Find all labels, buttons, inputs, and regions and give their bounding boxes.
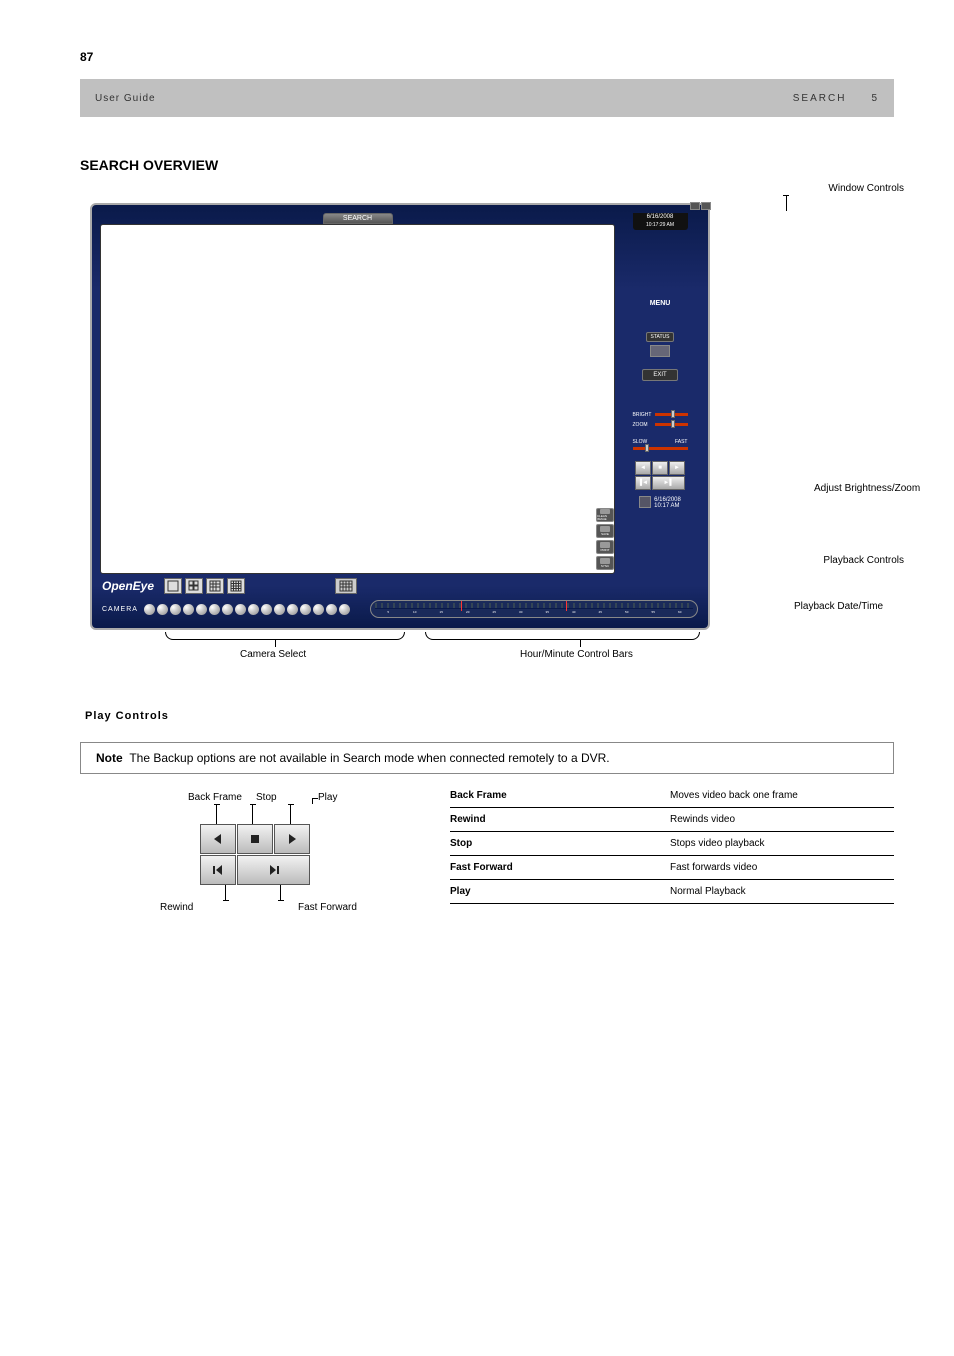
play-controls-definitions: Back FrameMoves video back one frame Rew… xyxy=(450,784,894,904)
minimize-icon[interactable] xyxy=(690,202,700,210)
header-section: SEARCH xyxy=(793,93,847,104)
clean-image-button[interactable]: CLEAN IMAGE xyxy=(596,508,614,522)
camera-button[interactable] xyxy=(274,604,285,615)
save-button[interactable]: SAVE xyxy=(596,524,614,538)
callout-datetime: Playback Date/Time xyxy=(794,601,924,612)
dvr-screenshot: SEARCH 6/16/2008 10:17:29 AM MENU STATUS… xyxy=(90,203,710,630)
close-icon[interactable] xyxy=(701,202,711,210)
screen-div-1[interactable] xyxy=(164,578,182,594)
play-controls-title: Play Controls xyxy=(85,710,894,722)
label-play: Play xyxy=(318,792,337,803)
back-frame-button[interactable]: ◄ xyxy=(635,461,651,475)
video-viewport xyxy=(100,224,615,574)
callout-adjust: Adjust Brightness/Zoom xyxy=(814,483,934,494)
diag-ffwd[interactable] xyxy=(237,855,310,885)
play-controls-diagram: Back Frame Stop Play Rewind Fast Forward xyxy=(80,794,410,934)
screen-div-16[interactable] xyxy=(227,578,245,594)
speed-slider[interactable] xyxy=(633,445,688,452)
ffwd-button[interactable]: ►▌ xyxy=(652,476,685,490)
zoom-slider[interactable]: ZOOM xyxy=(633,421,688,428)
menu-label: MENU xyxy=(650,300,671,307)
diag-back-frame[interactable] xyxy=(200,824,236,854)
camera-button[interactable] xyxy=(339,604,350,615)
diag-rewind[interactable] xyxy=(200,855,236,885)
screen-div-9[interactable] xyxy=(206,578,224,594)
camera-button[interactable] xyxy=(261,604,272,615)
sync-button[interactable]: SYNC xyxy=(596,556,614,570)
camera-button[interactable] xyxy=(235,604,246,615)
playback-time: 10:17 AM xyxy=(654,503,681,509)
camera-button[interactable] xyxy=(222,604,233,615)
header-bar: User Guide SEARCH 5 xyxy=(80,79,894,117)
camera-label: CAMERA xyxy=(102,606,138,613)
callout-hourmin: Hour/Minute Control Bars xyxy=(520,649,633,660)
camera-button[interactable] xyxy=(209,604,220,615)
camera-button[interactable] xyxy=(248,604,259,615)
label-stop: Stop xyxy=(256,792,277,803)
section-title: SEARCH OVERVIEW xyxy=(80,157,894,173)
timeline-control[interactable]: 51015202530354045505560 xyxy=(370,600,698,618)
header-chapter-num: 5 xyxy=(871,93,879,104)
label-ff: Fast Forward xyxy=(298,902,357,913)
calendar-icon[interactable] xyxy=(639,496,651,508)
page-number: 87 xyxy=(80,50,894,64)
play-button[interactable]: ► xyxy=(669,461,685,475)
camera-button[interactable] xyxy=(300,604,311,615)
note-text: The Backup options are not available in … xyxy=(129,751,609,765)
camera-button[interactable] xyxy=(144,604,155,615)
status-button[interactable]: STATUS xyxy=(646,332,675,342)
right-panel: 6/16/2008 10:17:29 AM MENU STATUS EXIT B… xyxy=(620,213,700,574)
label-rewind: Rewind xyxy=(160,902,193,913)
diag-play[interactable] xyxy=(274,824,310,854)
bright-label: BRIGHT xyxy=(633,412,655,418)
zoom-label: ZOOM xyxy=(633,422,655,428)
header-left-title: User Guide xyxy=(95,93,156,104)
label-back-frame: Back Frame xyxy=(188,792,242,803)
camera-selectors xyxy=(144,604,350,615)
camera-button[interactable] xyxy=(287,604,298,615)
multisite-search-button[interactable] xyxy=(335,578,357,594)
callout-window-controls: Window Controls xyxy=(828,183,904,194)
camera-button[interactable] xyxy=(170,604,181,615)
camera-button[interactable] xyxy=(326,604,337,615)
stop-button[interactable]: ■ xyxy=(652,461,668,475)
callout-camera-select: Camera Select xyxy=(240,649,306,660)
note-box: Note The Backup options are not availabl… xyxy=(80,742,894,774)
exit-button[interactable]: EXIT xyxy=(642,369,677,381)
panel-date: 6/16/2008 xyxy=(633,213,688,221)
screen-div-4[interactable] xyxy=(185,578,203,594)
camera-button[interactable] xyxy=(196,604,207,615)
status-icon[interactable] xyxy=(650,345,670,357)
camera-button[interactable] xyxy=(157,604,168,615)
panel-time: 10:17:29 AM xyxy=(633,221,688,230)
rewind-button[interactable]: ▐◄ xyxy=(635,476,651,490)
bright-slider[interactable]: BRIGHT xyxy=(633,411,688,418)
diag-stop[interactable] xyxy=(237,824,273,854)
camera-button[interactable] xyxy=(183,604,194,615)
camera-button[interactable] xyxy=(313,604,324,615)
print-button[interactable]: PRINT xyxy=(596,540,614,554)
search-tab[interactable]: SEARCH xyxy=(323,213,393,224)
callout-playback: Playback Controls xyxy=(823,555,904,566)
brand-logo: OpenEye xyxy=(102,579,154,593)
